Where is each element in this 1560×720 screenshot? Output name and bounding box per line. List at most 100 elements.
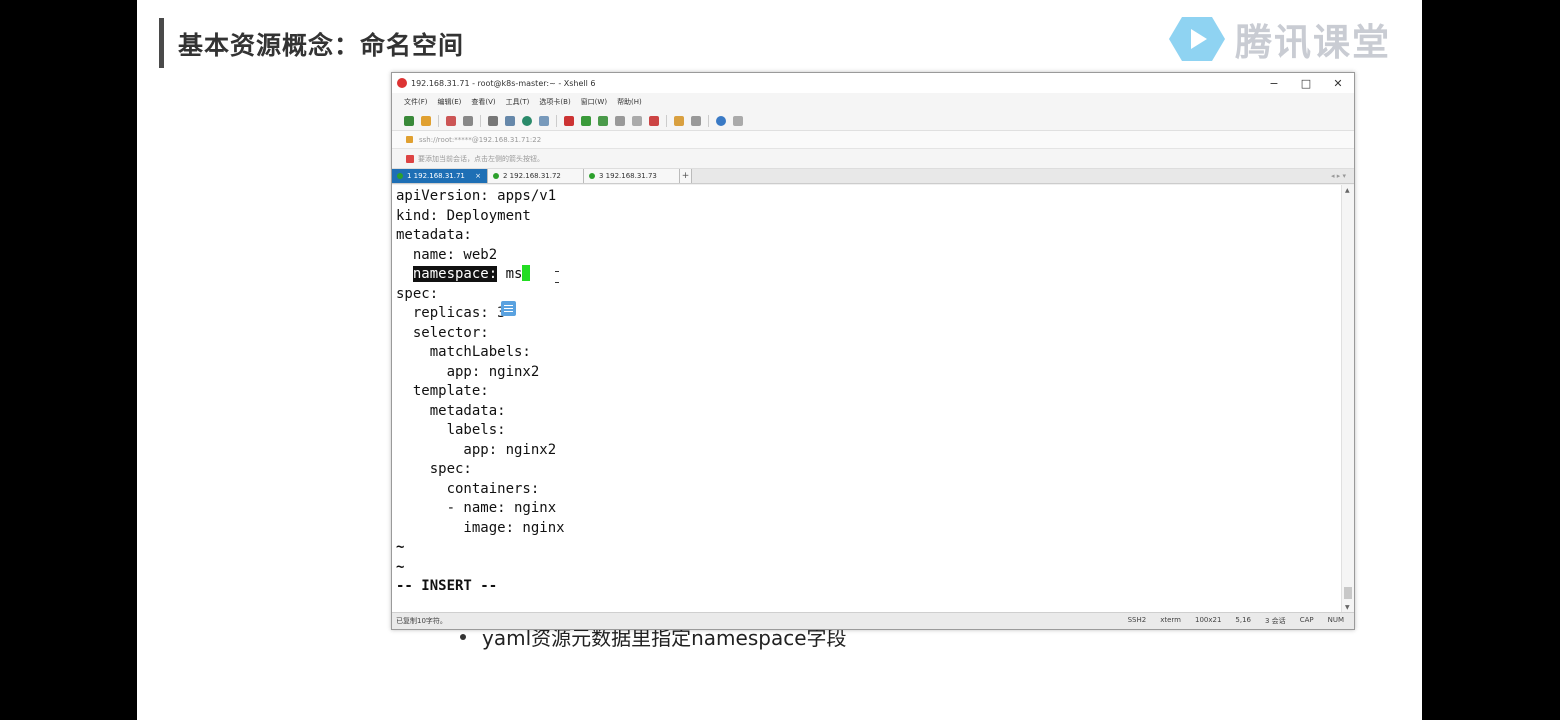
properties-icon[interactable]	[463, 115, 473, 126]
window-titlebar[interactable]: 192.168.31.71 - root@k8s-master:~ - Xshe…	[392, 73, 1354, 93]
terminal-line: name: web2	[396, 246, 498, 263]
terminal-line: replicas: 3	[396, 305, 506, 321]
menu-tab[interactable]: 选项卡(B)	[539, 97, 570, 107]
fullscreen-icon[interactable]	[598, 115, 608, 126]
menu-bar: 文件(F) 编辑(E) 查看(V) 工具(T) 选项卡(B) 窗口(W) 帮助(…	[392, 93, 1354, 111]
font-icon[interactable]	[539, 115, 549, 126]
tab-navigation[interactable]: ◂ ▸ ▾	[1331, 169, 1354, 183]
close-button[interactable]: ✕	[1322, 77, 1354, 90]
print-icon[interactable]	[505, 115, 515, 126]
open-folder-icon[interactable]	[421, 115, 431, 126]
status-caps: CAP	[1299, 616, 1314, 624]
bullet-dot-icon	[460, 633, 466, 640]
address-lock-icon	[406, 136, 413, 143]
search-icon[interactable]	[488, 115, 498, 126]
toolbar-divider	[556, 114, 557, 127]
namespace-value: ms	[497, 266, 523, 282]
terminal-line: app: nginx2	[396, 441, 557, 458]
status-message: 已复制10字符。	[396, 617, 447, 625]
text-cursor	[522, 265, 531, 281]
slide-title: 基本资源概念：命名空间	[178, 31, 465, 60]
session-hint-bar: 要添加当前会话，点击左侧的箭头按钮。	[392, 149, 1354, 169]
toolbar-divider	[708, 114, 709, 127]
session-status-icon	[397, 173, 403, 179]
terminal-tilde: ~	[396, 539, 405, 555]
menu-tools[interactable]: 工具(T)	[506, 97, 530, 107]
scroll-up-icon[interactable]: ▲	[1345, 187, 1350, 194]
title-accent-bar	[159, 18, 164, 68]
script-icon[interactable]	[581, 115, 591, 126]
tencent-classroom-logo: 腾讯课堂	[1167, 12, 1391, 66]
tab-label: 2 192.168.31.72	[503, 172, 561, 180]
session-hint-text: 要添加当前会话，点击左侧的箭头按钮。	[418, 154, 544, 163]
status-protocol: SSH2	[1127, 616, 1147, 624]
terminal-line-namespace: namespace: ms	[396, 265, 531, 285]
globe-icon[interactable]	[522, 115, 532, 126]
terminal-line: template:	[396, 383, 489, 399]
tab-label: 1 192.168.31.71	[407, 172, 465, 180]
menu-file[interactable]: 文件(F)	[404, 97, 428, 107]
toolbar	[392, 111, 1354, 131]
new-tab-button[interactable]: +	[680, 169, 692, 183]
terminal-line: kind: Deployment	[396, 207, 531, 224]
menu-edit[interactable]: 编辑(E)	[438, 97, 462, 107]
status-bar: 已复制10字符。 SSH2 xterm 100x21 5,16 3 会话 CAP…	[392, 612, 1354, 629]
terminal-line: containers:	[396, 480, 540, 497]
terminal-line: image: nginx	[396, 519, 565, 536]
maximize-button[interactable]: □	[1290, 77, 1322, 90]
scrollbar-thumb[interactable]	[1344, 587, 1352, 599]
terminal-line: app: nginx2	[396, 363, 540, 380]
status-cursor-pos: 5,16	[1235, 616, 1251, 624]
play-logo-icon	[1169, 17, 1225, 61]
tab-session-3[interactable]: 3 192.168.31.73	[584, 169, 680, 183]
status-size: 100x21	[1194, 616, 1222, 624]
xshell-app-icon	[397, 78, 407, 88]
tab-session-1[interactable]: 1 192.168.31.71 ×	[392, 169, 488, 183]
address-text: ssh://root:*****@192.168.31.71:22	[419, 135, 542, 144]
toolbar-divider	[480, 114, 481, 127]
namespace-key-highlight: namespace:	[412, 266, 498, 282]
vim-mode-indicator: -- INSERT --	[396, 578, 498, 594]
status-terminal-type: xterm	[1160, 616, 1181, 624]
xshell-window: 192.168.31.71 - root@k8s-master:~ - Xshe…	[391, 72, 1355, 630]
toolbar-divider	[438, 114, 439, 127]
terminal-line: - name: nginx	[396, 500, 557, 516]
mouse-ibeam-icon	[555, 271, 559, 283]
chat-icon[interactable]	[733, 115, 743, 126]
keyboard-icon[interactable]	[632, 115, 642, 126]
address-bar[interactable]: ssh://root:*****@192.168.31.71:22	[392, 131, 1354, 149]
scroll-down-icon[interactable]: ▼	[1345, 604, 1350, 611]
terminal-tilde: ~	[396, 558, 405, 575]
highlight-icon[interactable]	[649, 115, 659, 126]
tab-close-icon[interactable]: ×	[475, 172, 481, 180]
terminal-line: matchLabels:	[396, 344, 531, 360]
minimize-button[interactable]: −	[1258, 77, 1290, 90]
bookmark-icon	[406, 154, 414, 163]
window-controls: − □ ✕	[1258, 77, 1354, 90]
menu-window[interactable]: 窗口(W)	[581, 97, 607, 107]
tab-session-2[interactable]: 2 192.168.31.72	[488, 169, 584, 183]
terminal-area[interactable]: apiVersion: apps/v1 kind: Deployment met…	[392, 185, 1342, 613]
terminal-line: spec:	[396, 285, 439, 302]
terminal-line: metadata:	[396, 402, 506, 419]
session-status-icon	[493, 173, 499, 179]
lock-icon[interactable]	[615, 115, 625, 126]
tab-label: 3 192.168.31.73	[599, 172, 657, 180]
xftp-icon[interactable]	[564, 115, 574, 126]
logo-text: 腾讯课堂	[1235, 21, 1391, 64]
terminal-line: apiVersion: apps/v1	[396, 188, 557, 204]
toolbar-divider	[666, 114, 667, 127]
terminal-line: spec:	[396, 461, 472, 477]
vertical-scrollbar[interactable]: ▲ ▼	[1341, 185, 1354, 613]
terminal-line: selector:	[396, 324, 489, 341]
menu-help[interactable]: 帮助(H)	[617, 97, 642, 107]
layout-icon[interactable]	[691, 115, 701, 126]
note-icon[interactable]	[501, 301, 516, 316]
disconnect-icon[interactable]	[446, 115, 456, 126]
help-icon[interactable]	[716, 115, 726, 126]
compose-icon[interactable]	[674, 115, 684, 126]
new-session-icon[interactable]	[404, 115, 414, 126]
menu-view[interactable]: 查看(V)	[471, 97, 495, 107]
status-indicators: SSH2 xterm 100x21 5,16 3 会话 CAP NUM	[1128, 616, 1354, 626]
session-tabbar: 1 192.168.31.71 × 2 192.168.31.72 3 192.…	[392, 169, 1354, 184]
